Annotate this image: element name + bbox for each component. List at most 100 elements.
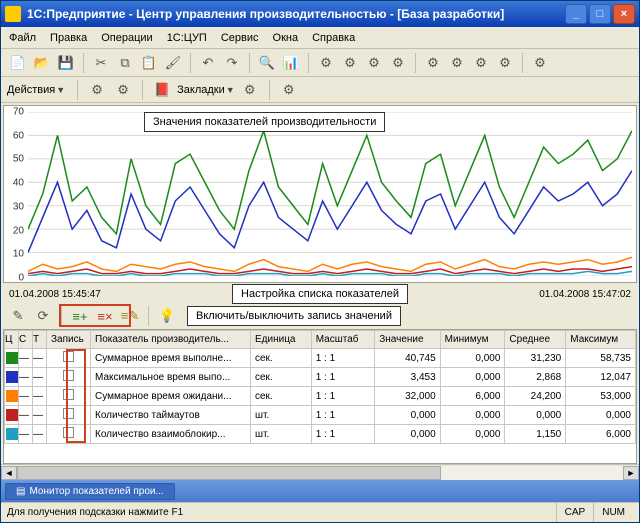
status-hint: Для получения подсказки нажмите F1 [7, 507, 556, 518]
menu-1c[interactable]: 1С:ЦУП [167, 32, 207, 44]
highlight-record-column [66, 349, 86, 443]
cut-button[interactable]: ✂ [90, 52, 112, 74]
cell-t: — [33, 425, 47, 444]
status-cap: CAP [556, 503, 594, 522]
cell-t: — [33, 406, 47, 425]
menu-help[interactable]: Справка [312, 32, 355, 44]
cell-t: — [33, 349, 47, 368]
cell-val: 0,000 [375, 406, 440, 425]
indicator-toolbar: ✎ ⟳ ≡+ ≡× ≡✎ 💡 Включить/выключить запись… [1, 303, 639, 329]
cell-avg: 0,000 [505, 406, 566, 425]
tool-h[interactable]: ⚙ [494, 52, 516, 74]
cell-min: 0,000 [440, 349, 505, 368]
table-row[interactable]: ——Количество взаимоблокир...шт.1 : 10,00… [5, 425, 636, 444]
cell-unit: сек. [251, 387, 312, 406]
tool-d[interactable]: ⚙ [387, 52, 409, 74]
y-tick: 50 [13, 154, 24, 165]
action-2[interactable]: ⚙ [112, 79, 134, 101]
cell-val: 0,000 [375, 425, 440, 444]
y-tick: 20 [13, 225, 24, 236]
taskbar: ▤ Монитор показателей прои... [1, 480, 639, 502]
date-right: 01.04.2008 15:47:02 [539, 289, 631, 300]
menu-operations[interactable]: Операции [101, 32, 152, 44]
table-row[interactable]: ——Суммарное время выполне...сек.1 : 140,… [5, 349, 636, 368]
bulb-icon[interactable]: 💡 [156, 305, 178, 327]
cell-name: Максимальное время выпо... [91, 368, 251, 387]
find-button[interactable]: 🔍 [256, 52, 278, 74]
bookmark-icon[interactable]: 📕 [151, 79, 173, 101]
tool-e[interactable]: ⚙ [422, 52, 444, 74]
cell-min: 0,000 [440, 425, 505, 444]
y-axis: 010203040506070 [6, 106, 26, 282]
undo-button[interactable]: ↶ [197, 52, 219, 74]
mini-1[interactable]: ✎ [7, 305, 29, 327]
actions-bar: Действия▼ ⚙ ⚙ 📕 Закладки▼ ⚙ ⚙ [1, 77, 639, 103]
col-header[interactable]: С [19, 331, 33, 349]
mini-2[interactable]: ⟳ [32, 305, 54, 327]
scroll-right[interactable]: ► [623, 466, 639, 480]
cell-max: 6,000 [566, 425, 636, 444]
menu-windows[interactable]: Окна [273, 32, 299, 44]
date-bar: 01.04.2008 15:45:47 Настройка списка пок… [1, 285, 639, 303]
table-row[interactable]: ——Количество таймаутовшт.1 : 10,0000,000… [5, 406, 636, 425]
open-button[interactable]: 📂 [31, 52, 53, 74]
cell-max: 53,000 [566, 387, 636, 406]
tool-a[interactable]: ⚙ [315, 52, 337, 74]
y-tick: 70 [13, 107, 24, 118]
col-header[interactable]: Запись [47, 331, 91, 349]
col-header[interactable]: Максимум [566, 331, 636, 349]
bookmarks-dropdown[interactable]: Закладки▼ [177, 84, 235, 96]
paste-button[interactable]: 📋 [138, 52, 160, 74]
menubar: Файл Правка Операции 1С:ЦУП Сервис Окна … [1, 27, 639, 49]
cell-s: — [19, 425, 33, 444]
cell-unit: шт. [251, 406, 312, 425]
close-button[interactable]: × [613, 4, 635, 24]
cell-scale: 1 : 1 [311, 425, 375, 444]
table-row[interactable]: ——Максимальное время выпо...сек.1 : 13,4… [5, 368, 636, 387]
menu-edit[interactable]: Правка [50, 32, 87, 44]
redo-button[interactable]: ↷ [221, 52, 243, 74]
table-row[interactable]: ——Суммарное время ожидани...сек.1 : 132,… [5, 387, 636, 406]
cell-val: 32,000 [375, 387, 440, 406]
color-swatch [6, 409, 18, 421]
task-button[interactable]: ▤ Монитор показателей прои... [5, 483, 175, 500]
tool-i[interactable]: ⚙ [529, 52, 551, 74]
cell-val: 40,745 [375, 349, 440, 368]
cell-avg: 24,200 [505, 387, 566, 406]
cell-s: — [19, 349, 33, 368]
tool-c[interactable]: ⚙ [363, 52, 385, 74]
col-header[interactable]: Ц [5, 331, 19, 349]
col-header[interactable]: Масштаб [311, 331, 375, 349]
cell-t: — [33, 387, 47, 406]
col-header[interactable]: Минимум [440, 331, 505, 349]
tool-f[interactable]: ⚙ [446, 52, 468, 74]
cell-unit: шт. [251, 425, 312, 444]
h-scrollbar[interactable]: ◄ ► [1, 464, 639, 480]
y-tick: 0 [18, 273, 24, 284]
maximize-button[interactable]: □ [589, 4, 611, 24]
col-header[interactable]: Среднее [505, 331, 566, 349]
col-header[interactable]: Значение [375, 331, 440, 349]
menu-file[interactable]: Файл [9, 32, 36, 44]
action-1[interactable]: ⚙ [86, 79, 108, 101]
brush-button[interactable]: 🖌 [162, 52, 184, 74]
y-tick: 10 [13, 249, 24, 260]
menu-service[interactable]: Сервис [221, 32, 259, 44]
window-title: 1С:Предприятие - Центр управления произв… [27, 7, 504, 21]
minimize-button[interactable]: _ [565, 4, 587, 24]
actions-dropdown[interactable]: Действия▼ [7, 84, 65, 96]
action-3[interactable]: ⚙ [239, 79, 261, 101]
col-header[interactable]: Показатель производитель... [91, 331, 251, 349]
copy-button[interactable]: ⧉ [114, 52, 136, 74]
scroll-left[interactable]: ◄ [1, 466, 17, 480]
col-header[interactable]: Т [33, 331, 47, 349]
scroll-thumb[interactable] [17, 466, 441, 480]
tool-g[interactable]: ⚙ [470, 52, 492, 74]
tool-b[interactable]: ⚙ [339, 52, 361, 74]
action-4[interactable]: ⚙ [278, 79, 300, 101]
calc-button[interactable]: 📊 [280, 52, 302, 74]
cell-name: Количество взаимоблокир... [91, 425, 251, 444]
new-button[interactable]: 📄 [7, 52, 29, 74]
col-header[interactable]: Единица [251, 331, 312, 349]
save-button[interactable]: 💾 [55, 52, 77, 74]
